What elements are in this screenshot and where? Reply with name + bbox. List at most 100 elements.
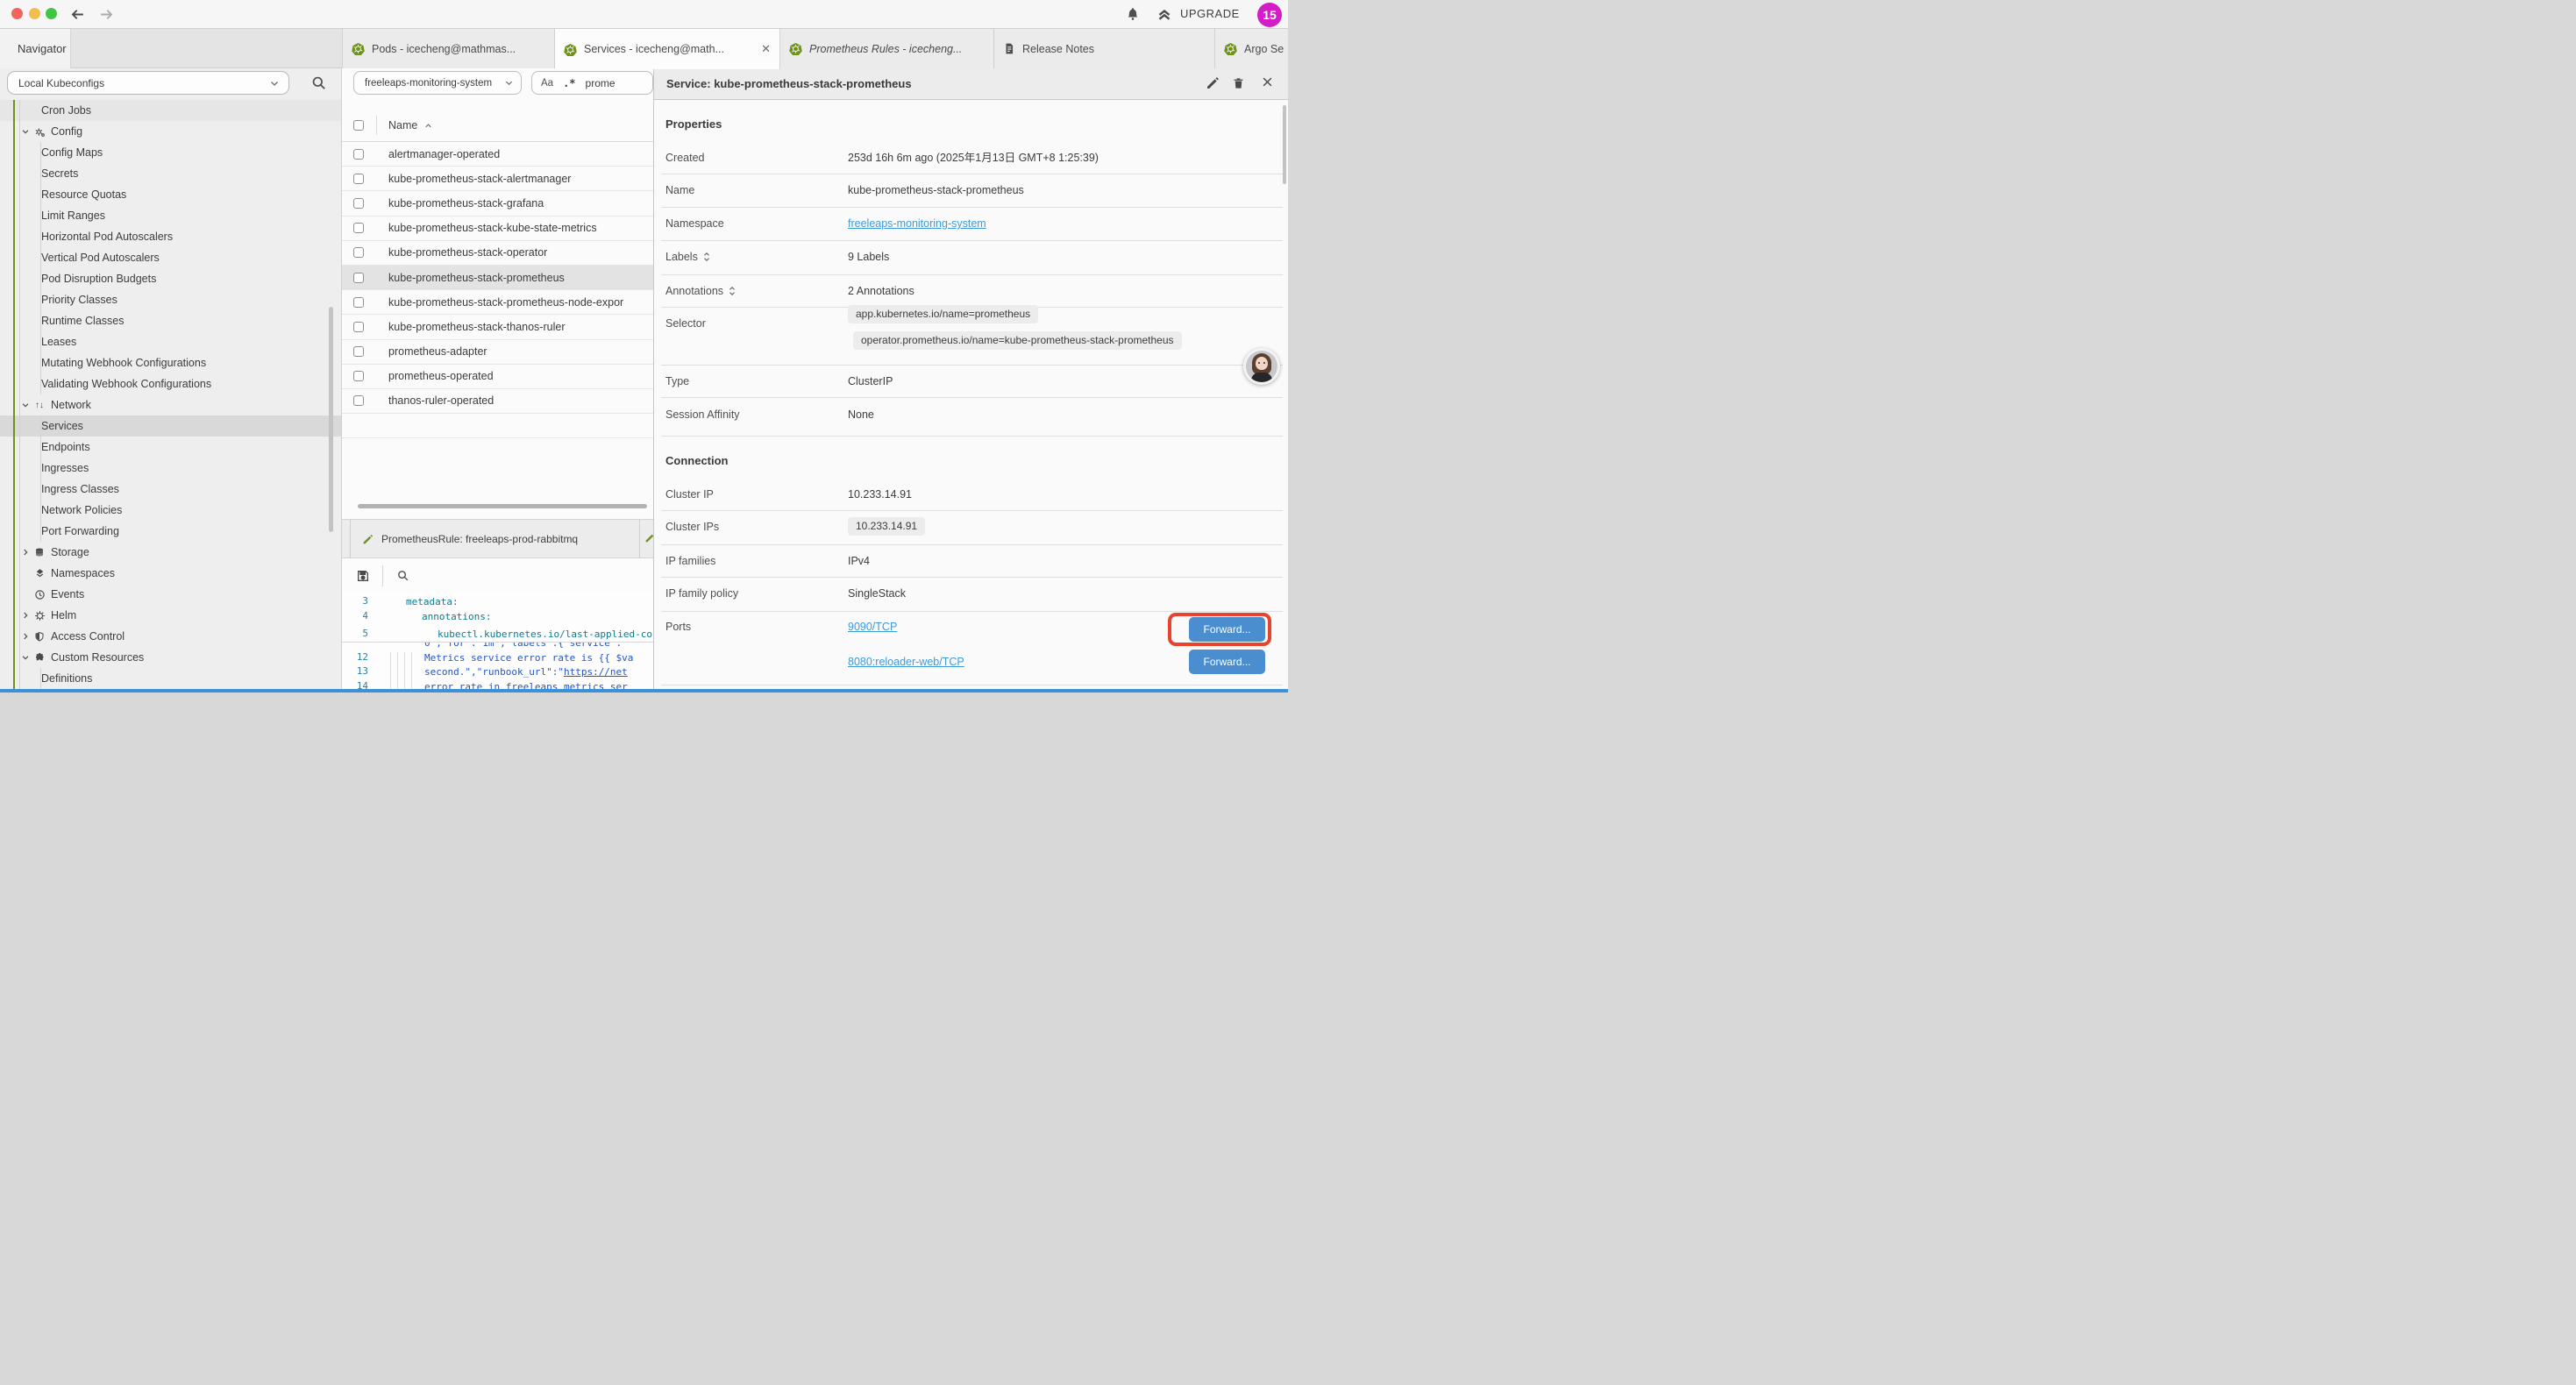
chevron-right-icon[interactable] <box>21 611 30 620</box>
port-link[interactable]: 9090/TCP <box>848 618 897 636</box>
row-checkbox[interactable] <box>353 198 364 209</box>
sidebar-item-config-maps[interactable]: Config Maps <box>0 142 342 163</box>
sidebar-item-definitions[interactable]: Definitions <box>0 668 342 689</box>
chevron-down-icon[interactable] <box>21 401 30 409</box>
upgrade-icon[interactable] <box>1156 6 1173 23</box>
minimize-window-button[interactable] <box>29 8 40 19</box>
tab-prometheus-rules[interactable]: Prometheus Rules - icecheng... <box>780 29 994 68</box>
back-icon[interactable] <box>69 6 86 23</box>
close-tab-icon[interactable]: ✕ <box>761 42 771 56</box>
sidebar-item-port-forwarding[interactable]: Port Forwarding <box>0 521 342 542</box>
chevron-right-icon[interactable] <box>21 548 30 557</box>
sidebar-item-access-control[interactable]: Access Control <box>0 626 342 647</box>
sidebar-item-mutating-webhook-configurations[interactable]: Mutating Webhook Configurations <box>0 352 342 373</box>
notification-count-badge[interactable]: 15 <box>1257 3 1282 27</box>
table-row[interactable]: kube-prometheus-stack-alertmanager <box>342 167 653 191</box>
sidebar-scrollbar[interactable] <box>329 307 333 532</box>
forward-port-button[interactable]: Forward... <box>1189 650 1265 674</box>
avatar[interactable] <box>1243 348 1280 385</box>
sort-ascending-icon[interactable] <box>423 121 433 131</box>
row-checkbox[interactable] <box>353 322 364 332</box>
close-window-button[interactable] <box>11 8 23 19</box>
delete-trash-icon[interactable] <box>1232 76 1245 90</box>
sidebar-item-ingresses[interactable]: Ingresses <box>0 458 342 479</box>
sidebar-item-secrets[interactable]: Secrets <box>0 163 342 184</box>
select-all-checkbox[interactable] <box>353 120 364 131</box>
namespace-selector[interactable]: freeleaps-monitoring-system <box>353 71 522 95</box>
yaml-editor[interactable]: 3 metadata: 4 annotations: 5 kubectl.kub… <box>342 593 653 689</box>
row-checkbox[interactable] <box>353 174 364 184</box>
table-row[interactable]: kube-prometheus-stack-operator <box>342 241 653 266</box>
match-case-toggle[interactable]: Aa <box>541 78 553 89</box>
sidebar-item-pod-disruption-budgets[interactable]: Pod Disruption Budgets <box>0 268 342 289</box>
tab-release-notes[interactable]: Release Notes <box>994 29 1215 68</box>
chevron-down-icon[interactable] <box>21 127 30 136</box>
notifications-bell-icon[interactable] <box>1125 6 1141 22</box>
row-checkbox[interactable] <box>353 346 364 357</box>
table-row[interactable]: kube-prometheus-stack-thanos-ruler <box>342 315 653 339</box>
upgrade-button[interactable]: UPGRADE <box>1180 7 1240 20</box>
sidebar-item-config[interactable]: Config <box>0 121 342 142</box>
table-row[interactable]: prometheus-adapter <box>342 340 653 365</box>
table-row[interactable]: prometheus-operated <box>342 365 653 389</box>
tab-argo[interactable]: Argo Se <box>1215 29 1288 68</box>
sidebar-item-helm[interactable]: Helm <box>0 605 342 626</box>
sidebar-item-ingress-classes[interactable]: Ingress Classes <box>0 479 342 500</box>
sidebar-item-horizontal-pod-autoscalers[interactable]: Horizontal Pod Autoscalers <box>0 226 342 247</box>
sidebar-item-validating-webhook-configurations[interactable]: Validating Webhook Configurations <box>0 373 342 394</box>
horizontal-scrollbar[interactable] <box>358 504 647 508</box>
save-icon[interactable] <box>356 569 370 583</box>
regex-toggle[interactable]: .* <box>563 77 575 89</box>
sidebar-item-limit-ranges[interactable]: Limit Ranges <box>0 205 342 226</box>
sidebar-item-cron-jobs[interactable]: Cron Jobs <box>0 100 342 121</box>
sidebar-search-icon[interactable] <box>310 75 327 91</box>
sidebar-item-network[interactable]: ↑↓ Network <box>0 394 342 416</box>
chevron-right-icon[interactable] <box>21 632 30 641</box>
table-row[interactable]: kube-prometheus-stack-kube-state-metrics <box>342 217 653 241</box>
port-link[interactable]: 8080:reloader-web/TCP <box>848 653 964 671</box>
tab-pods[interactable]: Pods - icecheng@mathmas... <box>342 29 555 68</box>
navigator-panel-tab[interactable]: Navigator <box>0 29 71 68</box>
table-row[interactable]: thanos-ruler-operated <box>342 389 653 414</box>
sidebar-item-network-policies[interactable]: Network Policies <box>0 500 342 521</box>
sidebar-item-events[interactable]: Events <box>0 584 342 605</box>
sidebar-item-endpoints[interactable]: Endpoints <box>0 437 342 458</box>
name-column-header[interactable]: Name <box>388 119 417 131</box>
table-row[interactable]: alertmanager-operated <box>342 142 653 167</box>
expand-updown-icon[interactable] <box>728 286 737 296</box>
row-checkbox[interactable] <box>353 223 364 233</box>
runbook-url-link[interactable]: https://net <box>564 666 628 678</box>
kubeconfig-selector[interactable]: Local Kubeconfigs <box>7 71 289 95</box>
tab-services[interactable]: Services - icecheng@math... ✕ <box>555 29 780 69</box>
sidebar-item-priority-classes[interactable]: Priority Classes <box>0 289 342 310</box>
expand-updown-icon[interactable] <box>702 252 711 262</box>
row-checkbox[interactable] <box>353 273 364 283</box>
close-drawer-icon[interactable] <box>1261 75 1274 89</box>
drawer-scrollbar[interactable] <box>1283 105 1286 184</box>
sidebar-item-custom-resources[interactable]: Custom Resources <box>0 647 342 668</box>
editor-tab-prometheusrule[interactable]: PrometheusRule: freeleaps-prod-rabbitmq <box>350 520 640 558</box>
table-row[interactable]: kube-prometheus-stack-prometheus-node-ex… <box>342 290 653 315</box>
filter-box[interactable]: Aa .* prome <box>531 71 653 95</box>
filter-query-input[interactable]: prome <box>586 77 616 89</box>
sidebar-item-services[interactable]: Services <box>0 416 342 437</box>
namespace-link[interactable]: freeleaps-monitoring-system <box>848 215 986 232</box>
maximize-window-button[interactable] <box>46 8 57 19</box>
row-checkbox[interactable] <box>353 371 364 381</box>
row-checkbox[interactable] <box>353 149 364 160</box>
sidebar-item-namespaces[interactable]: Namespaces <box>0 563 342 584</box>
sidebar-item-storage[interactable]: Storage <box>0 542 342 563</box>
row-checkbox[interactable] <box>353 395 364 406</box>
table-row-selected[interactable]: kube-prometheus-stack-prometheus <box>342 266 653 290</box>
chevron-down-icon[interactable] <box>21 653 30 662</box>
table-row[interactable]: kube-prometheus-stack-grafana <box>342 191 653 216</box>
sidebar-item-leases[interactable]: Leases <box>0 331 342 352</box>
forward-icon[interactable] <box>98 6 115 23</box>
row-checkbox[interactable] <box>353 247 364 258</box>
sidebar-item-runtime-classes[interactable]: Runtime Classes <box>0 310 342 331</box>
editor-search-icon[interactable] <box>396 569 409 582</box>
sidebar-item-vertical-pod-autoscalers[interactable]: Vertical Pod Autoscalers <box>0 247 342 268</box>
sidebar-item-resource-quotas[interactable]: Resource Quotas <box>0 184 342 205</box>
edit-pencil-icon[interactable] <box>1206 76 1220 90</box>
row-checkbox[interactable] <box>353 297 364 308</box>
